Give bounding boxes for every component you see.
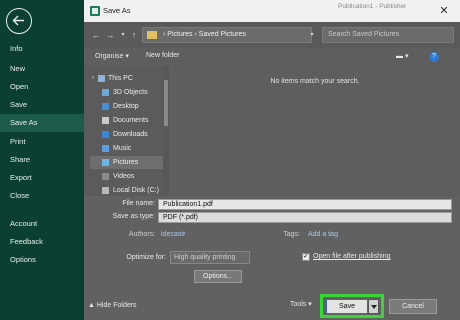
search-placeholder: Search Saved Pictures bbox=[328, 31, 400, 38]
background-window-title: Publication1 - Publisher bbox=[338, 3, 407, 10]
save-dropdown-icon[interactable] bbox=[368, 299, 379, 314]
documents-icon bbox=[102, 117, 109, 124]
tree-item-documents[interactable]: Documents bbox=[90, 114, 168, 127]
view-options-icon[interactable]: ▬ ▾ bbox=[396, 52, 408, 60]
cancel-button[interactable]: Cancel bbox=[389, 299, 437, 314]
search-input[interactable]: Search Saved Pictures bbox=[322, 27, 454, 43]
tree-item-desktop[interactable]: Desktop bbox=[90, 100, 168, 113]
videos-icon bbox=[102, 173, 109, 180]
new-folder-button[interactable]: New folder bbox=[146, 52, 179, 59]
navigation-tree: › This PC 3D Objects Desktop Documents D… bbox=[84, 66, 168, 196]
nav-account[interactable]: Account bbox=[0, 215, 86, 233]
address-bar-row: ← → ▾ ↑ › Pictures › Saved Pictures ▾ Se… bbox=[84, 22, 460, 48]
tree-item-videos[interactable]: Videos bbox=[90, 170, 168, 183]
up-icon[interactable]: ↑ bbox=[128, 29, 140, 41]
save-button[interactable]: Save bbox=[326, 299, 368, 314]
nav-save[interactable]: Save bbox=[0, 96, 86, 114]
dialog-toolbar: Organise ▾ New folder ▬ ▾ ? bbox=[84, 48, 460, 66]
nav-open[interactable]: Open bbox=[0, 78, 86, 96]
back-arrow-icon[interactable] bbox=[6, 8, 32, 34]
options-button[interactable]: Options... bbox=[194, 270, 242, 283]
nav-new[interactable]: New bbox=[0, 60, 86, 78]
tree-item-downloads[interactable]: Downloads bbox=[90, 128, 168, 141]
save-type-select[interactable]: PDF (*.pdf) bbox=[158, 212, 452, 223]
nav-close[interactable]: Close bbox=[0, 187, 86, 205]
save-type-label: Save as type: bbox=[112, 213, 155, 220]
drive-icon bbox=[102, 187, 109, 194]
nav-feedback[interactable]: Feedback bbox=[0, 233, 86, 251]
pictures-icon bbox=[102, 159, 109, 166]
close-icon[interactable]: ✕ bbox=[436, 4, 452, 18]
nav-info[interactable]: Info bbox=[0, 40, 86, 58]
file-name-label: File name: bbox=[122, 200, 155, 207]
authors-label: Authors: bbox=[128, 231, 155, 238]
authors-value[interactable]: idecastr bbox=[161, 231, 186, 238]
empty-message: No items match your search. bbox=[270, 78, 360, 85]
folder-icon bbox=[147, 31, 157, 39]
tree-scrollbar[interactable] bbox=[163, 66, 169, 196]
open-after-label[interactable]: Open file after publishing bbox=[313, 253, 390, 260]
organise-button[interactable]: Organise ▾ bbox=[95, 52, 129, 60]
add-tag-link[interactable]: Add a tag bbox=[308, 231, 338, 238]
save-as-dialog: Save As ✕ ← → ▾ ↑ › Pictures › Saved Pic… bbox=[84, 0, 460, 320]
address-dropdown-icon[interactable]: ▾ bbox=[306, 29, 318, 41]
nav-save-as[interactable]: Save As bbox=[0, 114, 86, 132]
dialog-title: Save As bbox=[103, 6, 131, 15]
help-icon[interactable]: ? bbox=[429, 52, 439, 62]
tools-button[interactable]: Tools ▾ bbox=[290, 300, 312, 308]
desktop-icon bbox=[102, 103, 109, 110]
optimize-select[interactable]: High quality printing bbox=[170, 251, 250, 264]
breadcrumb[interactable]: › Pictures › Saved Pictures bbox=[163, 31, 246, 38]
address-bar[interactable]: › Pictures › Saved Pictures bbox=[142, 27, 312, 43]
optimize-label: Optimize for: bbox=[126, 254, 166, 261]
publisher-app-icon bbox=[90, 6, 100, 16]
tree-item-this-pc[interactable]: › This PC bbox=[90, 72, 168, 85]
tree-item-pictures[interactable]: Pictures bbox=[90, 156, 168, 169]
forward-icon[interactable]: → bbox=[104, 29, 116, 41]
scroll-thumb[interactable] bbox=[164, 80, 168, 126]
file-list-pane[interactable]: No items match your search. bbox=[170, 66, 460, 196]
3d-objects-icon bbox=[102, 89, 109, 96]
open-after-checkbox[interactable] bbox=[302, 252, 310, 261]
nav-share[interactable]: Share bbox=[0, 151, 86, 169]
backstage-panel: Info New Open Save Save As Print Share E… bbox=[0, 0, 86, 320]
nav-options[interactable]: Options bbox=[0, 251, 86, 269]
tags-label: Tags: bbox=[283, 231, 300, 238]
back-icon[interactable]: ← bbox=[90, 29, 102, 41]
computer-icon bbox=[98, 75, 105, 82]
download-icon bbox=[102, 131, 109, 138]
save-options-form: File name: Publication1.pdf Save as type… bbox=[84, 196, 460, 320]
tree-item-music[interactable]: Music bbox=[90, 142, 168, 155]
file-name-field[interactable]: Publication1.pdf bbox=[158, 199, 452, 210]
nav-print[interactable]: Print bbox=[0, 133, 86, 151]
nav-export[interactable]: Export bbox=[0, 169, 86, 187]
tree-item-3d-objects[interactable]: 3D Objects bbox=[90, 86, 168, 99]
hide-folders-button[interactable]: ▲ Hide Folders bbox=[88, 302, 137, 309]
music-icon bbox=[102, 145, 109, 152]
